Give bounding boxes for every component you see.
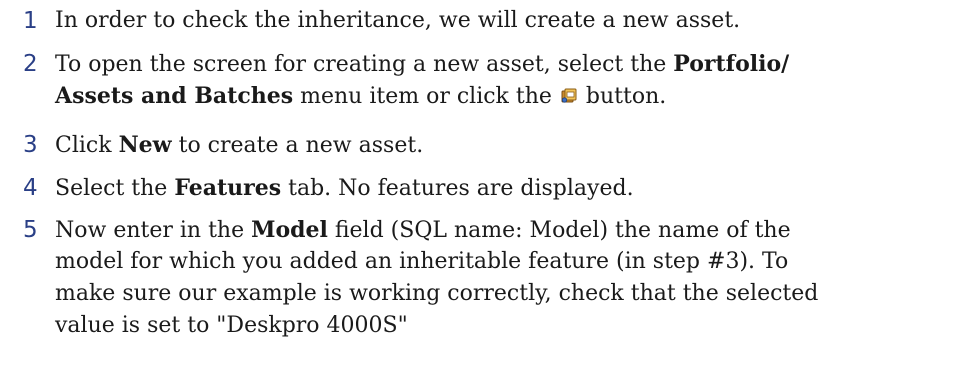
text-run: to create a new asset.	[171, 133, 424, 158]
step-number: 2	[23, 51, 38, 77]
menu-path-portfolio: Portfolio/	[673, 51, 790, 77]
tab-name-features: Features	[174, 175, 282, 201]
step-text: To open the screen for creating a new as…	[55, 48, 960, 112]
step-text: Select the Features tab. No features are…	[55, 172, 960, 204]
text-run: value is set to "Deskpro 4000S"	[55, 313, 408, 338]
text-run: make sure our example is working correct…	[55, 281, 819, 306]
step-line: Assets and Batches menu item or click th…	[55, 80, 960, 112]
text-run: model for which you added an inheritable…	[55, 249, 789, 274]
step-line: value is set to "Deskpro 4000S"	[55, 310, 960, 342]
step-line: make sure our example is working correct…	[55, 278, 960, 310]
text-run: tab. No features are displayed.	[281, 176, 634, 201]
text-run: Select the	[55, 176, 175, 201]
step-line: Now enter in the Model field (SQL name: …	[55, 214, 960, 246]
text-run: Now enter in the	[55, 218, 252, 243]
text-run: menu item or click the	[293, 84, 559, 109]
step-number: 4	[23, 175, 38, 201]
step-number: 1	[23, 8, 38, 34]
button-name-new: New	[118, 132, 172, 158]
text-run: To open the screen for creating a new as…	[55, 52, 674, 77]
step-number: 5	[23, 217, 38, 243]
field-name-model: Model	[251, 217, 328, 243]
text-run: Click	[55, 133, 119, 158]
step-text: Now enter in the Model field (SQL name: …	[55, 214, 960, 342]
step-line: Select the Features tab. No features are…	[55, 172, 960, 204]
text-run: button.	[578, 84, 667, 109]
menu-item-assets-and-batches: Assets and Batches	[55, 83, 294, 109]
step-line: In order to check the inheritance, we wi…	[55, 5, 960, 37]
step-line: Click New to create a new asset.	[55, 129, 960, 161]
step-number: 3	[23, 132, 38, 158]
step-line: To open the screen for creating a new as…	[55, 48, 960, 80]
assets-batches-icon	[561, 82, 577, 103]
step-line: model for which you added an inheritable…	[55, 246, 960, 278]
text-run: In order to check the inheritance, we wi…	[55, 8, 741, 33]
step-text: In order to check the inheritance, we wi…	[55, 5, 960, 37]
step-text: Click New to create a new asset.	[55, 129, 960, 161]
text-run: field (SQL name: Model) the name of the	[327, 218, 791, 243]
